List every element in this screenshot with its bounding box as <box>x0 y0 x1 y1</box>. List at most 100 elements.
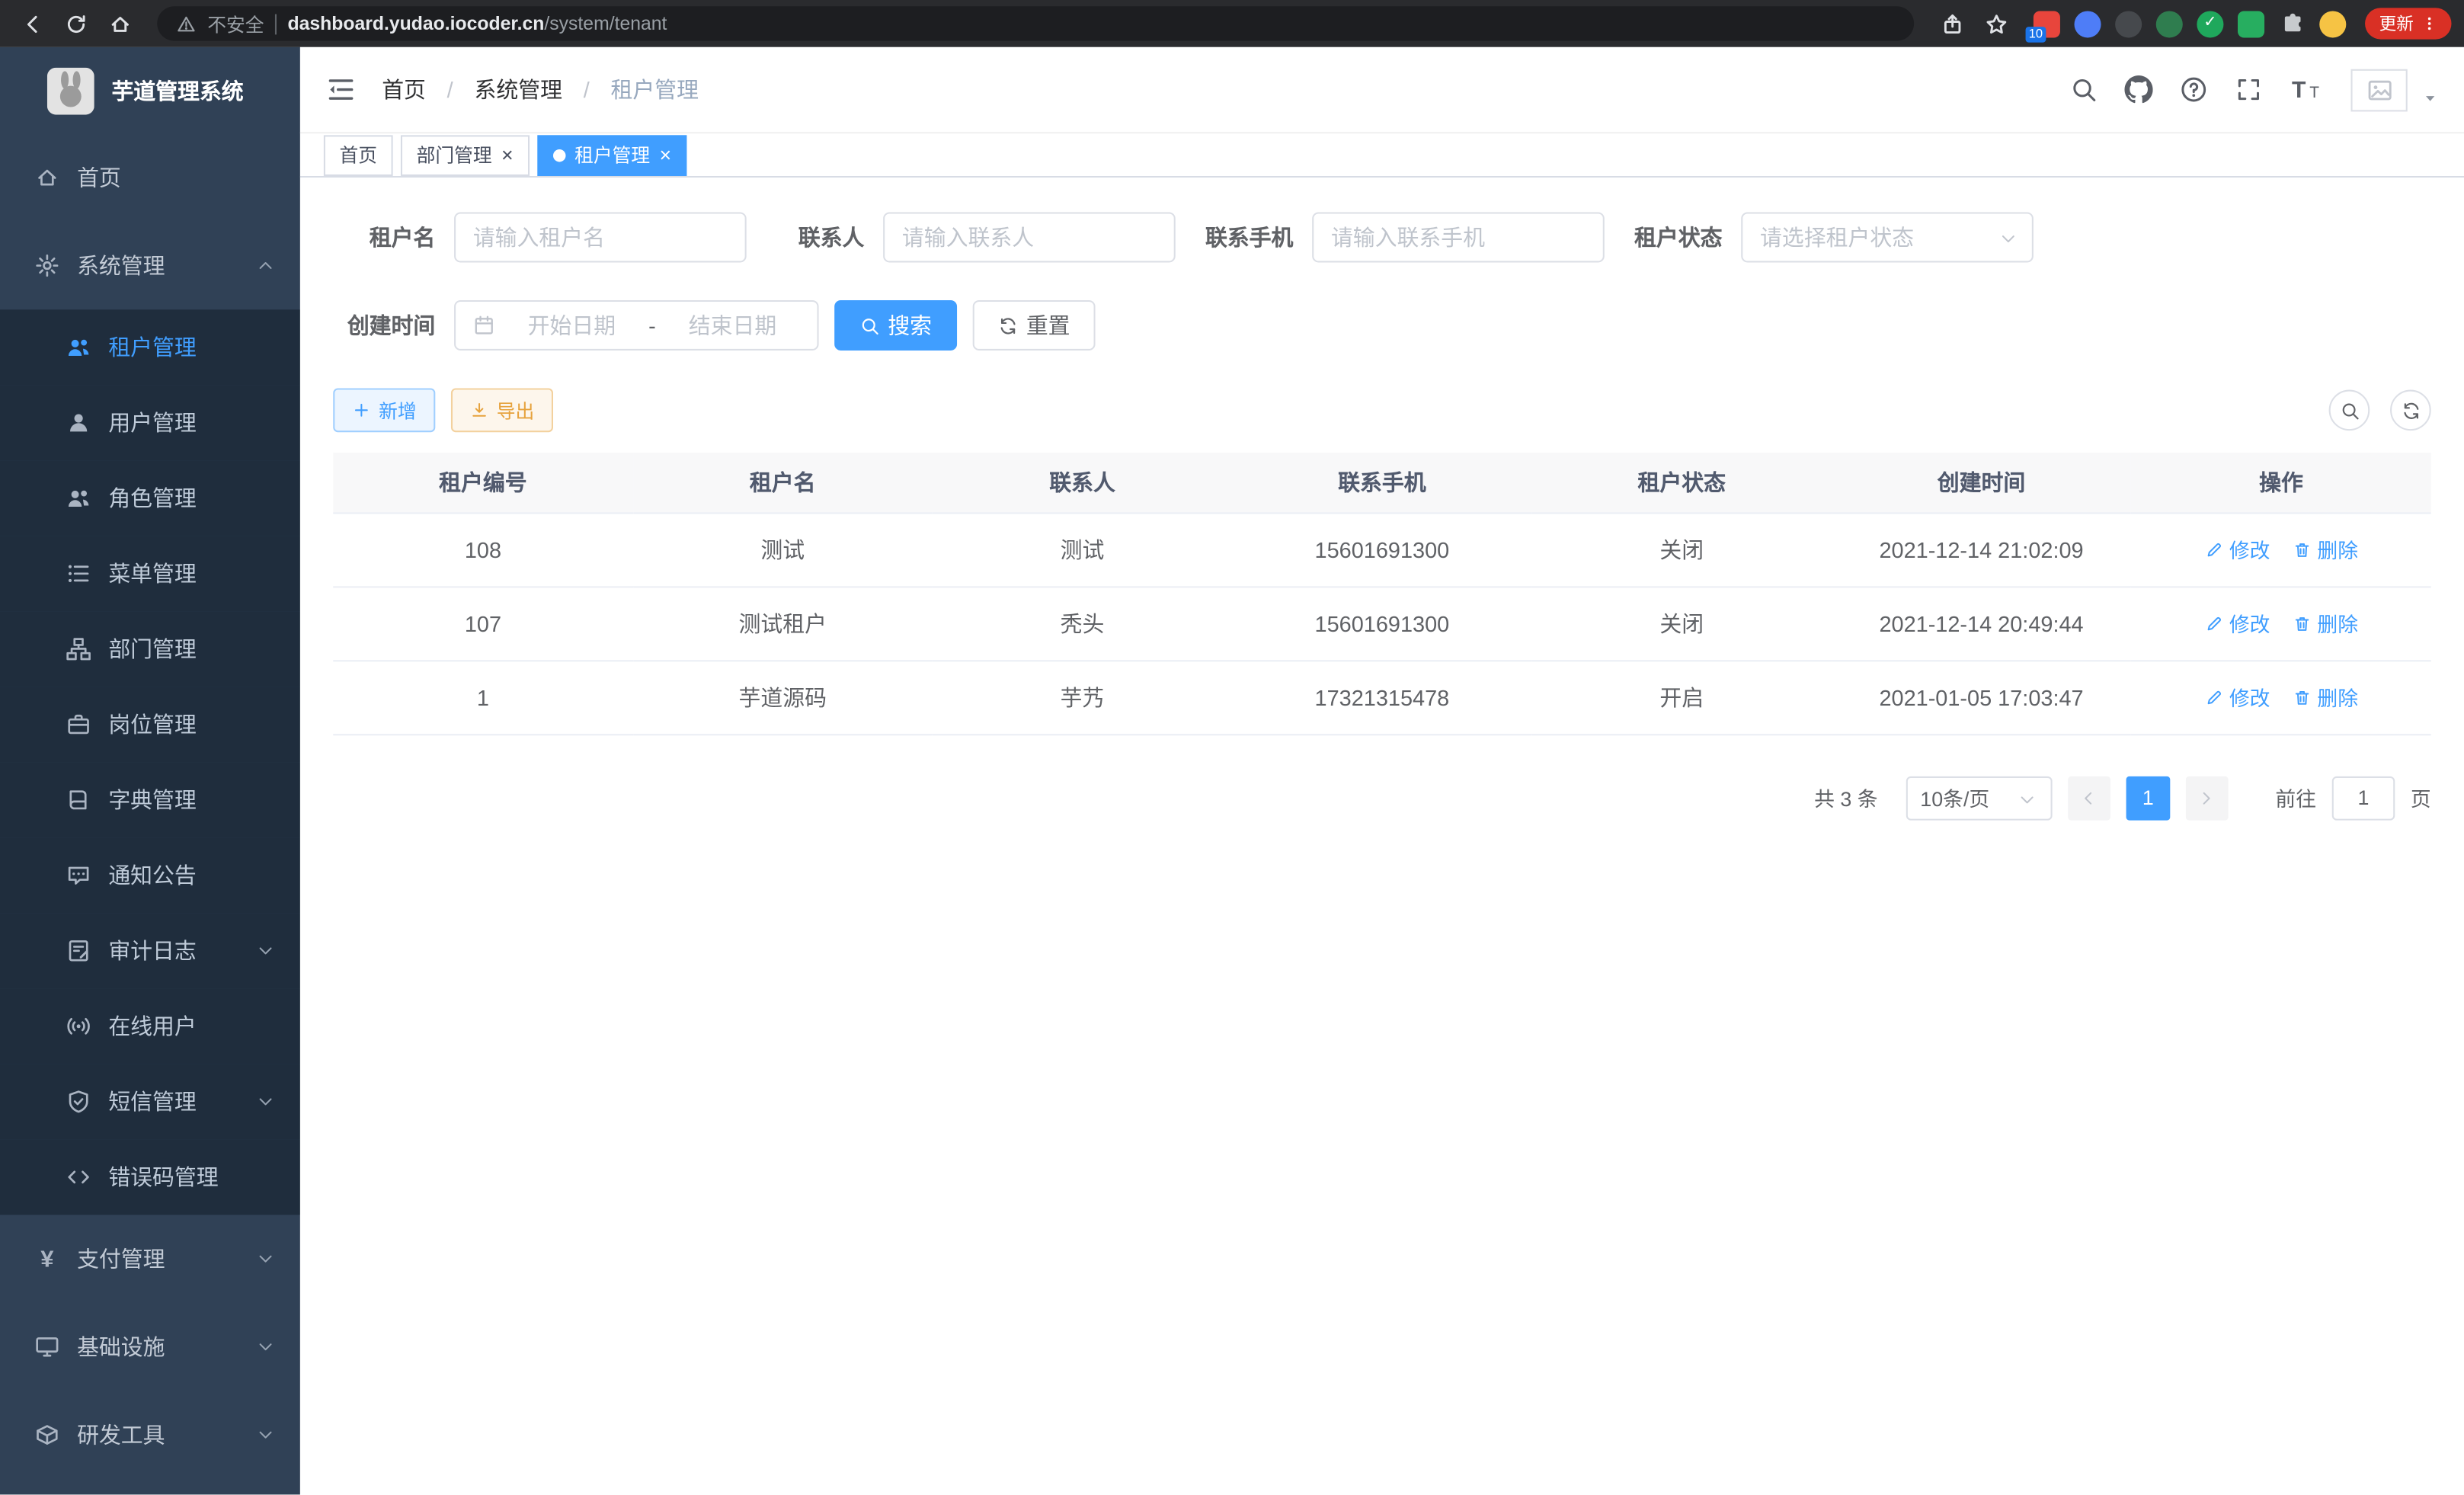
warning-icon <box>176 14 197 34</box>
column-header: 租户名 <box>633 453 933 512</box>
sidebar-item-error-code[interactable]: 错误码管理 <box>0 1139 300 1215</box>
ext-dark-icon[interactable] <box>2115 10 2142 37</box>
tenant-id-cell: 108 <box>333 512 632 586</box>
ext-blue-icon[interactable] <box>2075 10 2101 37</box>
logo[interactable]: 芋道管理系统 <box>0 47 300 133</box>
close-icon[interactable]: × <box>660 145 672 165</box>
export-button-label: 导出 <box>497 397 535 424</box>
sidebar-item-role[interactable]: 角色管理 <box>0 460 300 536</box>
tab-tenant[interactable]: 租户管理 × <box>537 134 687 175</box>
sidebar-item-menu[interactable]: 菜单管理 <box>0 536 300 611</box>
caret-down-icon[interactable] <box>2421 89 2439 107</box>
edit-link[interactable]: 修改 <box>2204 682 2270 712</box>
phone-input[interactable] <box>1312 212 1605 262</box>
create-time-range[interactable]: 开始日期 - 结束日期 <box>454 300 819 351</box>
next-page-button[interactable] <box>2186 776 2229 820</box>
edit-link[interactable]: 修改 <box>2204 534 2270 564</box>
tab-dept[interactable]: 部门管理× <box>401 134 529 175</box>
sidebar-item-sms[interactable]: 短信管理 <box>0 1064 300 1139</box>
ext-yellow-icon[interactable] <box>2319 10 2346 37</box>
column-header: 操作 <box>2131 453 2430 512</box>
sidebar-item-audit-log[interactable]: 审计日志 <box>0 913 300 988</box>
delete-link[interactable]: 删除 <box>2292 682 2358 712</box>
search-icon[interactable] <box>2069 75 2098 104</box>
sidebar-item-label: 通知公告 <box>108 860 197 891</box>
delete-link[interactable]: 删除 <box>2292 608 2358 638</box>
sidebar-item-dept[interactable]: 部门管理 <box>0 611 300 687</box>
page-url: dashboard.yudao.iocoder.cn/system/tenant <box>287 13 667 35</box>
sidebar-item-online-user[interactable]: 在线用户 <box>0 988 300 1064</box>
contact-cell: 秃头 <box>933 586 1232 660</box>
contact-input-field[interactable] <box>902 225 1157 250</box>
end-date-input[interactable]: 结束日期 <box>665 309 800 341</box>
logo-image <box>47 67 94 114</box>
sidebar-item-dev-tool[interactable]: 研发工具 <box>0 1391 300 1479</box>
calendar-icon <box>473 315 495 337</box>
extension-badge: 10 <box>2026 26 2046 42</box>
phone-input-field[interactable] <box>1331 225 1586 250</box>
search-button[interactable]: 搜索 <box>834 300 957 351</box>
breadcrumb: 首页 / 系统管理 / 租户管理 <box>382 74 699 105</box>
tenant-name-input-field[interactable] <box>473 225 728 250</box>
tab-label: 租户管理 <box>574 142 650 168</box>
font-size-icon[interactable]: TT <box>2290 75 2324 104</box>
sidebar-item-user[interactable]: 用户管理 <box>0 385 300 460</box>
ext-green-square-icon[interactable] <box>2238 10 2264 37</box>
home-button[interactable] <box>101 5 139 43</box>
status-select-field[interactable] <box>1760 225 2014 250</box>
start-date-input[interactable]: 开始日期 <box>504 309 639 341</box>
close-icon[interactable]: × <box>501 145 514 165</box>
tenant-name-input[interactable] <box>454 212 747 262</box>
status-cell: 关闭 <box>1532 586 1832 660</box>
sidebar-item-label: 首页 <box>77 162 121 193</box>
back-button[interactable] <box>13 5 51 43</box>
address-bar[interactable]: 不安全 dashboard.yudao.iocoder.cn/system/te… <box>157 6 1914 40</box>
menu-fold-button[interactable] <box>325 74 357 105</box>
sidebar-item-dict[interactable]: 字典管理 <box>0 762 300 837</box>
sidebar-item-system[interactable]: 系统管理 <box>0 222 300 310</box>
sidebar-item-home[interactable]: 首页 <box>0 133 300 222</box>
refresh-button[interactable] <box>56 5 94 43</box>
sidebar-item-tenant[interactable]: 租户管理 <box>0 309 300 385</box>
sidebar-item-post[interactable]: 岗位管理 <box>0 687 300 762</box>
refresh-table-button[interactable] <box>2390 390 2431 431</box>
toggle-search-button[interactable] <box>2329 390 2370 431</box>
total-count: 共 3 条 <box>1814 783 1877 812</box>
monitor-icon <box>34 1334 59 1359</box>
tab-home[interactable]: 首页 <box>324 134 393 175</box>
github-icon[interactable] <box>2125 75 2153 104</box>
content: 租户名 联系人 联系手机 <box>300 178 2464 1494</box>
edit-link[interactable]: 修改 <box>2204 608 2270 638</box>
add-button[interactable]: 新增 <box>333 388 435 432</box>
delete-link[interactable]: 删除 <box>2292 534 2358 564</box>
ext-green-check-icon[interactable]: ✓ <box>2197 10 2223 37</box>
ext-red-icon[interactable]: 10 <box>2034 10 2060 37</box>
breadcrumb-system[interactable]: 系统管理 <box>474 77 562 102</box>
page-number-button[interactable]: 1 <box>2126 776 2170 820</box>
ext-puzzle-icon[interactable] <box>2279 10 2306 37</box>
sidebar-item-label: 菜单管理 <box>108 558 197 589</box>
goto-page-input[interactable] <box>2332 776 2395 820</box>
date-range-separator: - <box>648 312 656 338</box>
status-select[interactable] <box>1741 212 2034 262</box>
reset-button[interactable]: 重置 <box>973 300 1096 351</box>
browser-menu-icon[interactable] <box>2421 14 2437 34</box>
bookmark-star-button[interactable] <box>1977 5 2015 43</box>
page-size-select[interactable]: 10条/页 <box>1906 776 2053 820</box>
prev-page-button[interactable] <box>2068 776 2110 820</box>
help-icon[interactable] <box>2180 75 2208 104</box>
avatar[interactable] <box>2351 69 2408 111</box>
share-button[interactable] <box>1933 5 1971 43</box>
sidebar-item-infra[interactable]: 基础设施 <box>0 1303 300 1391</box>
sidebar-item-pay[interactable]: ¥支付管理 <box>0 1215 300 1303</box>
breadcrumb-home[interactable]: 首页 <box>382 77 426 102</box>
active-tab-dot <box>552 149 565 162</box>
contact-input[interactable] <box>883 212 1176 262</box>
fullscreen-icon[interactable] <box>2235 75 2263 104</box>
export-button[interactable]: 导出 <box>451 388 553 432</box>
update-button[interactable]: 更新 <box>2365 8 2451 39</box>
sidebar-item-notice[interactable]: 通知公告 <box>0 837 300 913</box>
share-icon <box>1940 11 1963 35</box>
ext-green-dark-icon[interactable] <box>2156 10 2183 37</box>
phone-label: 联系手机 <box>1191 222 1293 253</box>
